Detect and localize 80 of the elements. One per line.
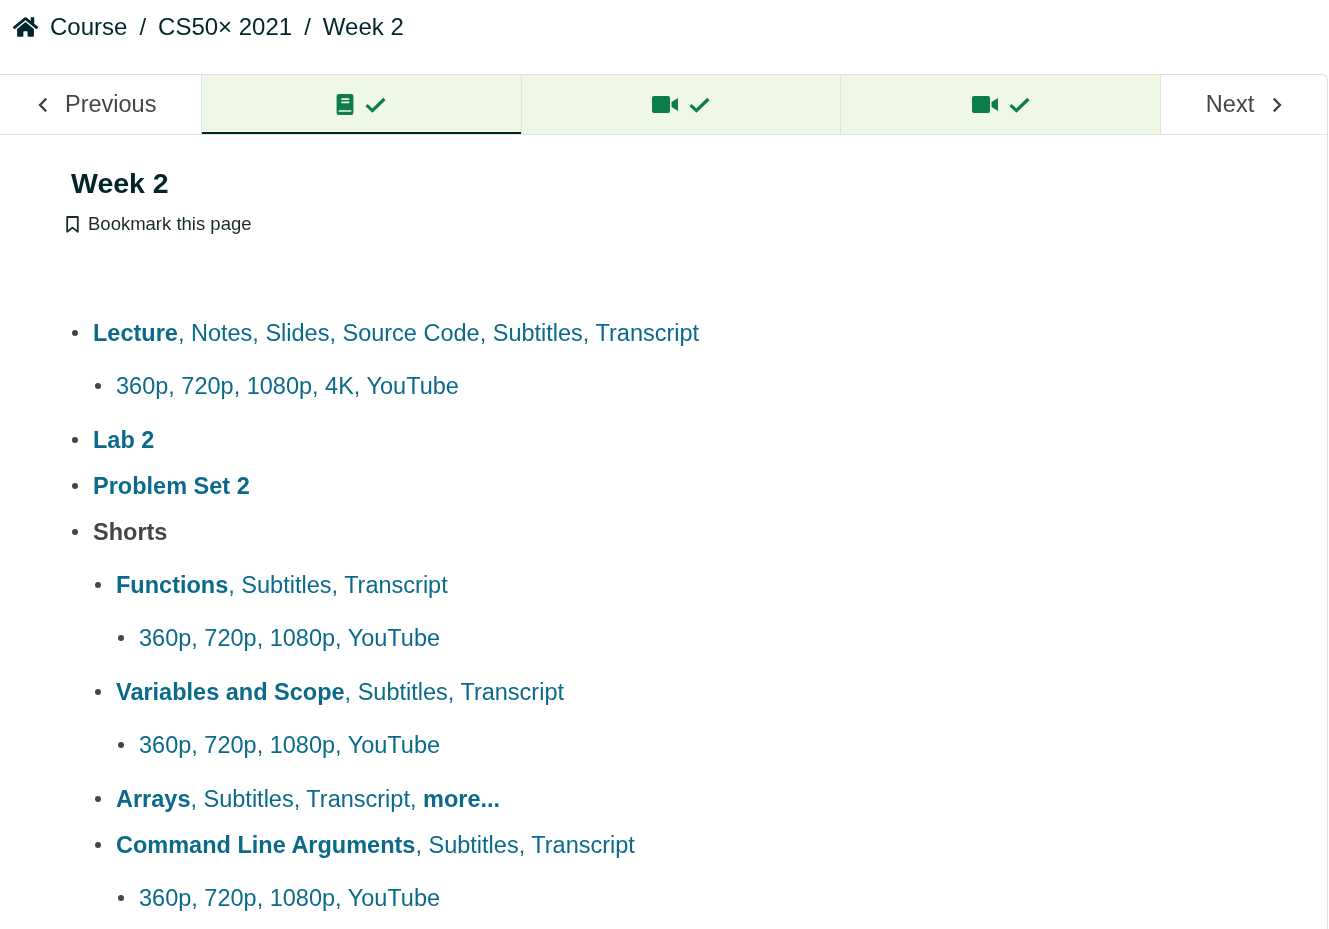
- resource-link[interactable]: 1080p: [246, 373, 313, 399]
- resource-link[interactable]: Lecture: [93, 320, 178, 346]
- resource-link[interactable]: Lab 2: [93, 427, 155, 453]
- resource-link[interactable]: Subtitles: [203, 786, 294, 812]
- resource-line: 360p, 720p, 1080p, YouTube: [139, 624, 441, 653]
- resource-link[interactable]: Subtitles: [241, 572, 332, 598]
- bullet-icon: [72, 437, 78, 443]
- resource-link[interactable]: Transcript: [306, 786, 410, 812]
- bookmark-icon: [66, 215, 79, 233]
- resource-link[interactable]: Transcript: [531, 832, 635, 858]
- resource-link[interactable]: Slides: [265, 320, 330, 346]
- resource-link[interactable]: Notes: [190, 320, 253, 346]
- resource-line: 360p, 720p, 1080p, 4K, YouTube: [116, 372, 459, 401]
- resource-link[interactable]: 360p: [139, 625, 192, 651]
- resource-link[interactable]: YouTube: [366, 373, 459, 399]
- breadcrumb-separator: /: [139, 13, 147, 41]
- bullet-icon: [118, 895, 124, 901]
- breadcrumb-link[interactable]: Week 2: [322, 13, 404, 41]
- resource-link[interactable]: more...: [423, 786, 501, 812]
- resource-link[interactable]: 1080p: [269, 625, 336, 651]
- breadcrumb-link[interactable]: Course: [50, 13, 128, 41]
- resource-link[interactable]: Transcript: [595, 320, 700, 346]
- chevron-right-icon: [1272, 96, 1283, 113]
- resource-link[interactable]: YouTube: [347, 625, 441, 651]
- chevron-left-icon: [38, 96, 48, 113]
- bullet-icon: [95, 383, 101, 389]
- page-title: Week 2: [71, 166, 169, 200]
- bullet-icon: [95, 689, 101, 695]
- resource-line: 360p, 720p, 1080p, YouTube: [139, 731, 441, 760]
- resource-line: Command Line Arguments, Subtitles, Transcript: [116, 831, 635, 860]
- resource-line: Arrays, Subtitles, Transcript, more...: [116, 785, 501, 814]
- resource-link[interactable]: Arrays: [116, 786, 191, 812]
- resource-link[interactable]: Subtitles: [428, 832, 519, 858]
- section-label: Shorts: [93, 518, 168, 547]
- resource-link[interactable]: YouTube: [347, 732, 441, 758]
- video-camera-icon: [971, 96, 998, 113]
- bullet-icon: [95, 842, 101, 848]
- resource-link[interactable]: 720p: [204, 885, 257, 911]
- bullet-icon: [95, 582, 101, 588]
- resource-line: Functions, Subtitles, Transcript: [116, 571, 448, 600]
- resource-link[interactable]: Problem Set 2: [93, 473, 250, 499]
- resource-link[interactable]: 1080p: [269, 885, 336, 911]
- check-icon: [689, 96, 710, 113]
- unit-tab[interactable]: [201, 75, 521, 134]
- resource-line: 360p, 720p, 1080p, YouTube: [139, 884, 441, 913]
- bullet-icon: [118, 742, 124, 748]
- video-camera-icon: [652, 96, 678, 113]
- bullet-icon: [95, 796, 101, 802]
- resource-line: Variables and Scope, Subtitles, Transcript: [116, 678, 564, 707]
- resource-link[interactable]: 4K: [325, 373, 354, 399]
- resource-link[interactable]: Functions: [116, 572, 229, 598]
- bookmark-button[interactable]: Bookmark this page: [66, 212, 252, 236]
- resource-link[interactable]: 1080p: [269, 732, 336, 758]
- resource-link[interactable]: Transcript: [460, 679, 564, 705]
- breadcrumb-separator: /: [304, 13, 311, 41]
- bullet-icon: [72, 330, 78, 336]
- bullet-icon: [118, 635, 124, 641]
- check-icon: [365, 96, 387, 113]
- resource-link[interactable]: YouTube: [347, 885, 441, 911]
- next-button[interactable]: Next: [1160, 75, 1327, 134]
- bullet-icon: [72, 529, 78, 535]
- resource-link[interactable]: Subtitles: [492, 320, 583, 346]
- resource-link[interactable]: 720p: [204, 625, 257, 651]
- resource-link[interactable]: 360p: [139, 885, 192, 911]
- resource-link[interactable]: 360p: [116, 373, 169, 399]
- check-icon: [1008, 96, 1030, 113]
- resource-link[interactable]: 720p: [181, 373, 234, 399]
- resource-link[interactable]: Variables and Scope: [116, 679, 345, 705]
- breadcrumb-link[interactable]: CS50× 2021: [158, 13, 293, 41]
- resource-line: Lecture, Notes, Slides, Source Code, Subtitles, Transcript: [93, 319, 700, 348]
- resource-link[interactable]: Command Line Arguments: [116, 832, 416, 858]
- resource-link[interactable]: Transcript: [344, 572, 448, 598]
- bullet-icon: [72, 483, 78, 489]
- previous-button[interactable]: Previous: [0, 75, 201, 134]
- home-icon[interactable]: [13, 17, 38, 37]
- resource-link[interactable]: 360p: [139, 732, 192, 758]
- resource-link[interactable]: Subtitles: [357, 679, 448, 705]
- resource-link[interactable]: Source Code: [342, 320, 480, 346]
- resource-link[interactable]: 720p: [204, 732, 257, 758]
- book-icon: [336, 94, 355, 115]
